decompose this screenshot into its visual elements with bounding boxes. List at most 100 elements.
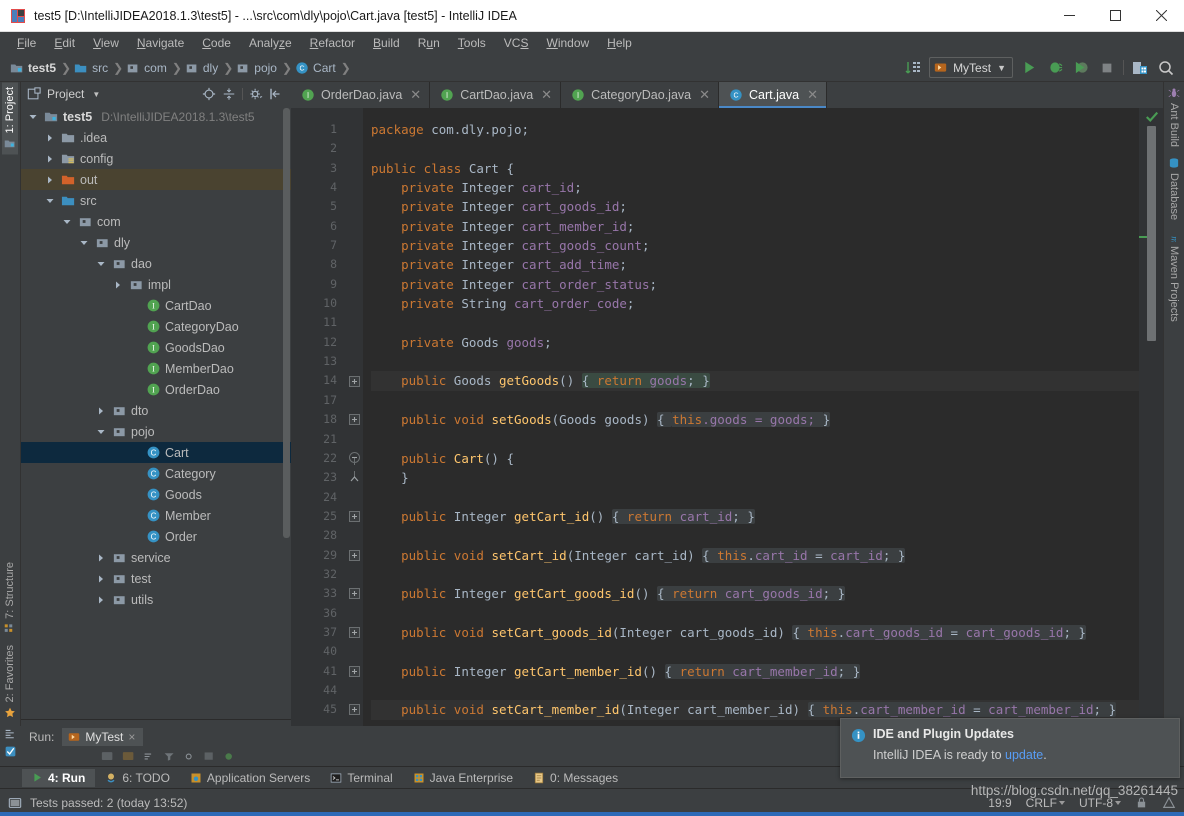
- close-icon[interactable]: ✕: [807, 90, 818, 100]
- chevron-down-icon[interactable]: [63, 218, 71, 226]
- tab-orderdao-java[interactable]: I OrderDao.java ✕: [291, 82, 430, 108]
- rerun-icon[interactable]: [223, 751, 236, 762]
- code-line[interactable]: private Integer cart_order_status;: [371, 275, 1139, 294]
- tree-node[interactable]: COrder: [21, 526, 291, 547]
- tool-window-java-enterprise[interactable]: Java Enterprise: [403, 769, 523, 787]
- fold-slot[interactable]: [345, 178, 363, 197]
- code-folding-gutter[interactable]: [345, 108, 363, 754]
- menu-help[interactable]: Help: [598, 33, 641, 53]
- tree-node[interactable]: .idea: [21, 127, 291, 148]
- code-line[interactable]: public class Cart {: [371, 159, 1139, 178]
- tree-node[interactable]: utils: [21, 589, 291, 610]
- tree-node[interactable]: dly: [21, 232, 291, 253]
- code-line[interactable]: public Integer getCart_member_id() { ret…: [371, 662, 1139, 681]
- maximize-button[interactable]: [1092, 0, 1138, 32]
- export-icon[interactable]: [203, 751, 216, 762]
- tool-window-messages[interactable]: 0: Messages: [523, 769, 628, 787]
- chevron-down-icon[interactable]: ▼: [92, 90, 100, 99]
- fold-slot[interactable]: [345, 371, 363, 390]
- code-line[interactable]: [371, 430, 1139, 449]
- breadcrumb-src[interactable]: src: [72, 60, 112, 76]
- tab-cartdao-java[interactable]: I CartDao.java ✕: [430, 82, 561, 108]
- menu-run[interactable]: Run: [409, 33, 449, 53]
- code-line[interactable]: [371, 526, 1139, 545]
- fold-slot[interactable]: [345, 449, 363, 468]
- tree-node[interactable]: dto: [21, 400, 291, 421]
- line-separator-selector[interactable]: CRLF: [1026, 796, 1065, 810]
- fold-expand-icon[interactable]: [349, 376, 360, 387]
- close-button[interactable]: [1138, 0, 1184, 32]
- fold-expand-icon[interactable]: [349, 627, 360, 638]
- code-line[interactable]: private Integer cart_member_id;: [371, 217, 1139, 236]
- chevron-right-icon[interactable]: [46, 134, 54, 142]
- tree-expand-toggle[interactable]: [44, 127, 56, 148]
- tree-node[interactable]: out: [21, 169, 291, 190]
- tree-node[interactable]: IOrderDao: [21, 379, 291, 400]
- menu-file[interactable]: File: [8, 33, 45, 53]
- tree-expand-toggle[interactable]: [112, 274, 124, 295]
- fold-expand-icon[interactable]: [349, 550, 360, 561]
- collapse-all-icon[interactable]: [222, 87, 236, 101]
- stop-button[interactable]: [1097, 58, 1117, 78]
- code-line[interactable]: private Integer cart_goods_id;: [371, 197, 1139, 216]
- fold-slot[interactable]: [345, 565, 363, 584]
- tree-node[interactable]: src: [21, 190, 291, 211]
- breadcrumb-dly[interactable]: dly: [183, 60, 222, 76]
- fold-slot[interactable]: [345, 488, 363, 507]
- fold-slot[interactable]: [345, 584, 363, 603]
- fold-slot[interactable]: [345, 662, 363, 681]
- breadcrumb-com[interactable]: com: [124, 60, 171, 76]
- run-configuration-selector[interactable]: MyTest ▼: [929, 57, 1013, 78]
- menu-view[interactable]: View: [84, 33, 128, 53]
- tree-expand-toggle[interactable]: [95, 421, 107, 442]
- code-line[interactable]: private String cart_order_code;: [371, 294, 1139, 313]
- tree-node[interactable]: CCategory: [21, 463, 291, 484]
- tree-node[interactable]: CGoods: [21, 484, 291, 505]
- fold-slot[interactable]: [345, 120, 363, 139]
- fold-slot[interactable]: [345, 275, 363, 294]
- tree-expand-toggle[interactable]: [78, 232, 90, 253]
- code-line[interactable]: private Integer cart_id;: [371, 178, 1139, 197]
- code-line[interactable]: package com.dly.pojo;: [371, 120, 1139, 139]
- tree-node[interactable]: IGoodsDao: [21, 337, 291, 358]
- chevron-right-icon[interactable]: [97, 575, 105, 583]
- update-link[interactable]: update: [1005, 748, 1043, 762]
- menu-edit[interactable]: Edit: [45, 33, 84, 53]
- fold-slot[interactable]: [345, 604, 363, 623]
- tree-node[interactable]: com: [21, 211, 291, 232]
- fold-expand-icon[interactable]: [349, 511, 360, 522]
- code-line[interactable]: public void setGoods(Goods goods) { this…: [371, 410, 1139, 429]
- code-line[interactable]: [371, 139, 1139, 158]
- lock-icon[interactable]: [1135, 796, 1148, 809]
- tab-categorydao-java[interactable]: I CategoryDao.java ✕: [561, 82, 719, 108]
- notification-balloon[interactable]: IDE and Plugin Updates IntelliJ IDEA is …: [840, 718, 1180, 778]
- source-code[interactable]: package com.dly.pojo; public class Cart …: [363, 108, 1139, 754]
- tool-window-application-servers[interactable]: Application Servers: [180, 769, 320, 787]
- chevron-right-icon[interactable]: [114, 281, 122, 289]
- run-tab-mytest[interactable]: MyTest ×: [62, 728, 143, 746]
- sidebar-item-ant-build[interactable]: Ant Build: [1166, 82, 1182, 152]
- vertical-scrollbar-thumb[interactable]: [1147, 126, 1156, 341]
- tree-expand-toggle[interactable]: [95, 568, 107, 589]
- settings-icon[interactable]: [183, 751, 196, 762]
- sort-toggle-icon[interactable]: [903, 58, 923, 78]
- tree-expand-toggle[interactable]: [95, 400, 107, 421]
- fold-slot[interactable]: [345, 159, 363, 178]
- code-line[interactable]: }: [371, 468, 1139, 487]
- menu-code[interactable]: Code: [193, 33, 240, 53]
- caret-position[interactable]: 19:9: [988, 796, 1011, 810]
- menu-navigate[interactable]: Navigate: [128, 33, 193, 53]
- code-line[interactable]: private Integer cart_add_time;: [371, 255, 1139, 274]
- fold-slot[interactable]: [345, 468, 363, 487]
- tool-window-todo[interactable]: 6: TODO: [95, 769, 180, 787]
- hide-panel-icon[interactable]: [269, 87, 283, 101]
- sidebar-item-database[interactable]: Database: [1166, 152, 1182, 225]
- chevron-down-icon[interactable]: [46, 197, 54, 205]
- fold-slot[interactable]: [345, 700, 363, 719]
- chevron-right-icon[interactable]: [46, 155, 54, 163]
- fold-slot[interactable]: [345, 313, 363, 332]
- run-button[interactable]: [1019, 58, 1039, 78]
- sidebar-item-favorites[interactable]: 2: Favorites: [2, 640, 18, 723]
- code-line[interactable]: public Goods getGoods() { return goods; …: [371, 371, 1139, 390]
- tree-expand-toggle[interactable]: [95, 589, 107, 610]
